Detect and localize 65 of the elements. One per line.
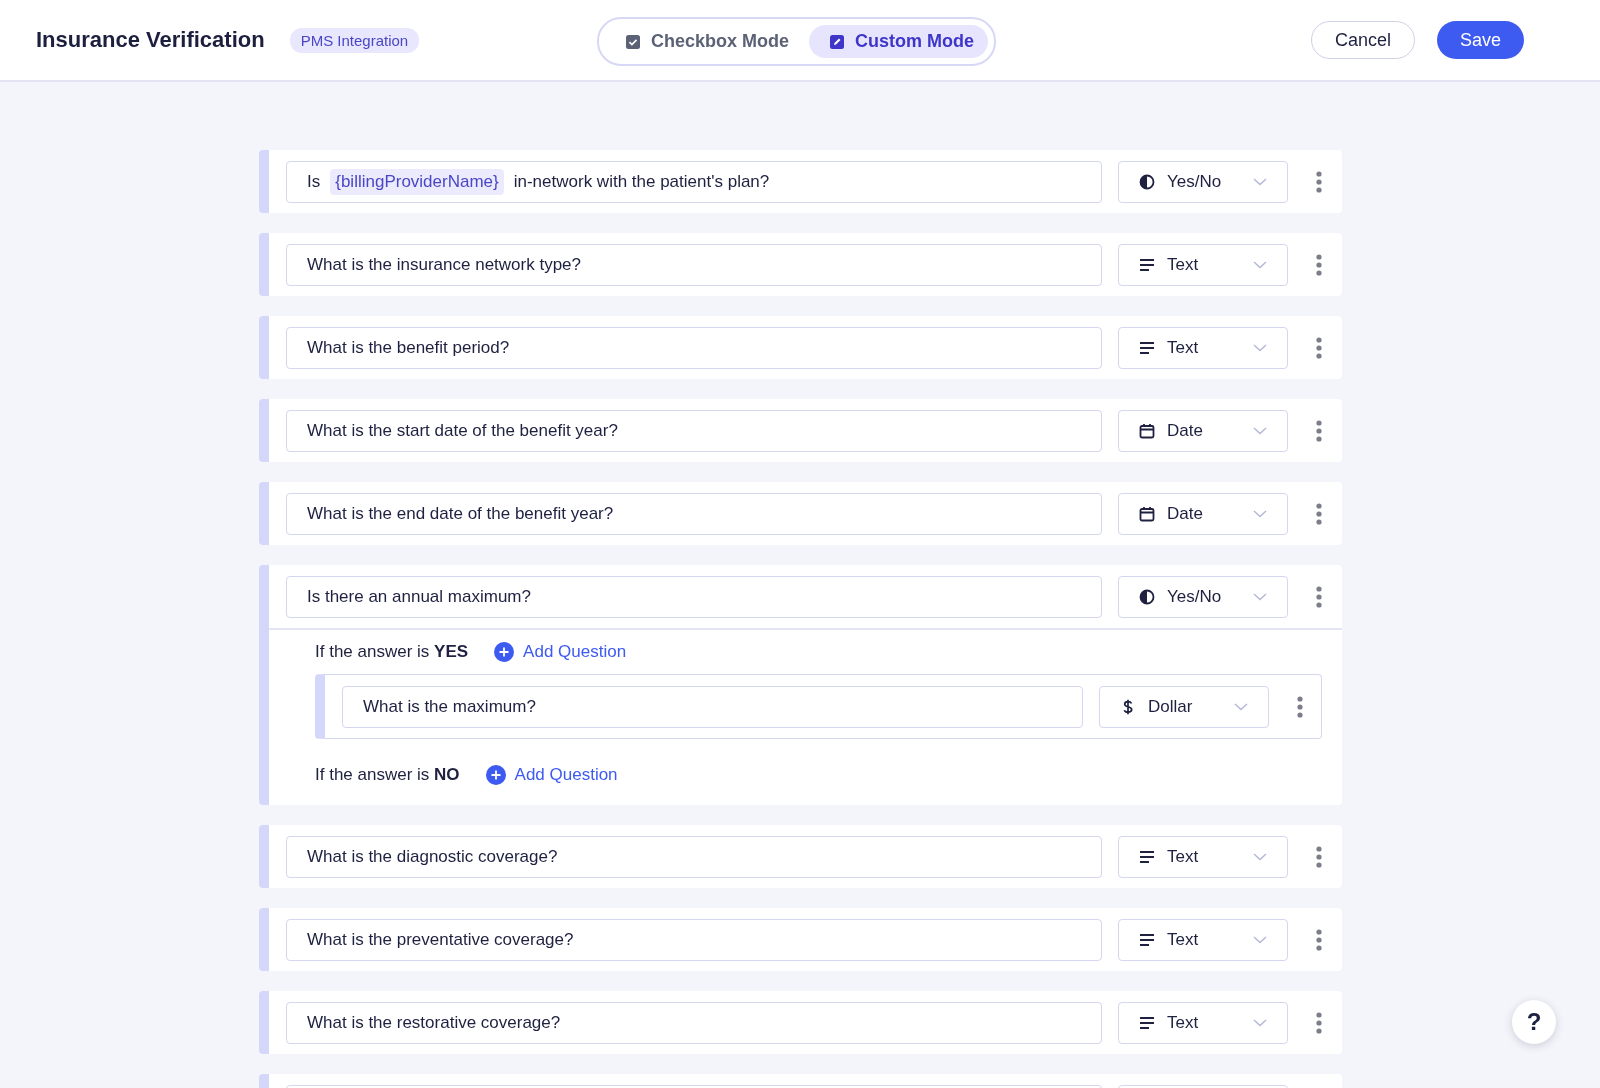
chevron-down-icon <box>1253 852 1267 861</box>
answer-type-dropdown[interactable]: Yes/No <box>1118 575 1288 618</box>
half-circle-icon <box>1139 173 1155 190</box>
answer-type-dropdown[interactable]: Text <box>1118 918 1288 961</box>
question-field[interactable]: What is the start date of the benefit year? <box>286 409 1102 452</box>
lines-icon <box>1139 1014 1155 1031</box>
vertical-dots-icon <box>1316 1011 1322 1034</box>
mode-tab[interactable]: Checkbox Mode <box>605 25 804 58</box>
plus-circle-icon <box>485 765 506 785</box>
lines-icon <box>1139 339 1155 356</box>
help-button[interactable]: ? <box>1512 1000 1556 1044</box>
branch-condition: If the answer is NO <box>315 765 460 785</box>
calendar-icon <box>1139 422 1155 439</box>
chevron-down-icon <box>1234 702 1248 711</box>
checkbox-icon <box>625 33 641 50</box>
vertical-dots-icon <box>1316 419 1322 442</box>
chevron-down-icon <box>1253 592 1267 601</box>
plus-circle-icon <box>494 642 515 662</box>
vertical-dots-icon <box>1316 845 1322 868</box>
chevron-down-icon <box>1253 177 1267 186</box>
pencil-square-icon <box>829 33 846 50</box>
chevron-down-icon <box>1253 260 1267 269</box>
lines-icon <box>1139 848 1155 865</box>
question-field[interactable]: What is the preventative coverage? <box>286 918 1102 961</box>
integration-badge: PMS Integration <box>289 27 420 53</box>
calendar-icon <box>1139 505 1155 522</box>
answer-type-dropdown[interactable]: Date <box>1118 492 1288 535</box>
vertical-dots-icon <box>1316 585 1322 608</box>
vertical-dots-icon <box>1316 928 1322 951</box>
question-field[interactable]: Is there an annual maximum? <box>286 575 1102 618</box>
branch-condition: If the answer is YES <box>315 642 469 662</box>
add-question-link[interactable]: Add Question <box>485 765 618 785</box>
chevron-down-icon <box>1253 426 1267 435</box>
question-field[interactable]: What is the diagnostic coverage? <box>286 835 1102 878</box>
question-field[interactable]: What is the restorative coverage? <box>286 1001 1102 1044</box>
question-field[interactable]: What is the maximum? <box>342 685 1083 728</box>
vertical-dots-icon <box>1316 170 1322 193</box>
save-button[interactable]: Save <box>1436 21 1524 59</box>
vertical-dots-icon <box>1316 336 1322 359</box>
answer-type-dropdown[interactable]: Text <box>1118 243 1288 286</box>
question-field[interactable]: Is {billingProviderName} in-network with the patient's plan? <box>286 160 1102 203</box>
answer-type-dropdown[interactable]: Text <box>1118 835 1288 878</box>
mode-tab[interactable]: Custom Mode <box>809 25 989 58</box>
vertical-dots-icon <box>1297 695 1303 718</box>
chevron-down-icon <box>1253 509 1267 518</box>
chevron-down-icon <box>1253 935 1267 944</box>
lines-icon <box>1139 256 1155 273</box>
half-circle-icon <box>1139 588 1155 605</box>
vertical-dots-icon <box>1316 253 1322 276</box>
add-question-link[interactable]: Add Question <box>494 642 627 662</box>
cancel-button[interactable]: Cancel <box>1310 21 1415 59</box>
answer-type-dropdown[interactable]: Date <box>1118 409 1288 452</box>
question-field[interactable]: What is the end date of the benefit year? <box>286 492 1102 535</box>
answer-type-dropdown[interactable]: Text <box>1118 1001 1288 1044</box>
question-field[interactable]: What is the benefit period? <box>286 326 1102 369</box>
chevron-down-icon <box>1253 343 1267 352</box>
lines-icon <box>1139 931 1155 948</box>
chevron-down-icon <box>1253 1018 1267 1027</box>
page-title: Insurance Verification <box>36 27 265 53</box>
variable-tag: {billingProviderName} <box>330 168 504 195</box>
answer-type-dropdown[interactable]: Text <box>1118 326 1288 369</box>
answer-type-dropdown[interactable]: Yes/No <box>1118 160 1288 203</box>
question-field[interactable]: What is the insurance network type? <box>286 243 1102 286</box>
vertical-dots-icon <box>1316 502 1322 525</box>
answer-type-dropdown[interactable]: Dollar <box>1099 685 1269 728</box>
